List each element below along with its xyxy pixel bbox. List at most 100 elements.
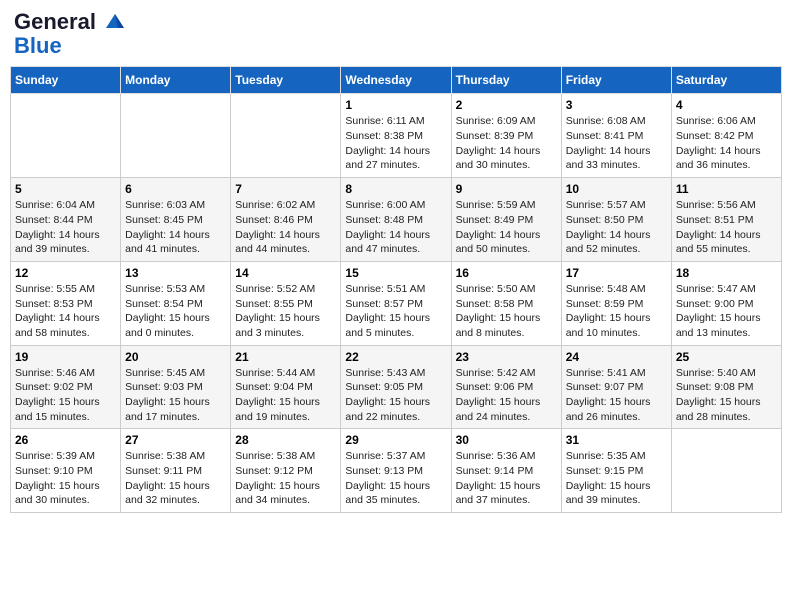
page-header: General Blue <box>10 10 782 58</box>
day-info: Sunrise: 5:43 AMSunset: 9:05 PMDaylight:… <box>345 366 446 425</box>
calendar-cell: 1 Sunrise: 6:11 AMSunset: 8:38 PMDaylight… <box>341 94 451 178</box>
calendar-cell <box>671 429 781 513</box>
day-number: 18 <box>676 266 777 280</box>
day-info: Sunrise: 6:06 AMSunset: 8:42 PMDaylight:… <box>676 114 777 173</box>
calendar-cell: 5Sunrise: 6:04 AMSunset: 8:44 PMDaylight… <box>11 178 121 262</box>
calendar-cell: 19 Sunrise: 5:46 AMSunset: 9:02 PMDayligh… <box>11 345 121 429</box>
calendar-week-row: 19 Sunrise: 5:46 AMSunset: 9:02 PMDayligh… <box>11 345 782 429</box>
day-number: 2 <box>456 98 557 112</box>
calendar-cell: 10 Sunrise: 5:57 AMSunset: 8:50 PMDayligh… <box>561 178 671 262</box>
calendar-cell: 15 Sunrise: 5:51 AMSunset: 8:57 PMDayligh… <box>341 261 451 345</box>
calendar-cell: 2 Sunrise: 6:09 AMSunset: 8:39 PMDaylight… <box>451 94 561 178</box>
calendar-cell: 7 Sunrise: 6:02 AMSunset: 8:46 PMDaylight… <box>231 178 341 262</box>
calendar-cell: 25 Sunrise: 5:40 AMSunset: 9:08 PMDayligh… <box>671 345 781 429</box>
calendar-cell <box>231 94 341 178</box>
calendar-cell <box>121 94 231 178</box>
day-info: Sunrise: 5:48 AMSunset: 8:59 PMDaylight:… <box>566 282 667 341</box>
calendar-cell: 9 Sunrise: 5:59 AMSunset: 8:49 PMDaylight… <box>451 178 561 262</box>
day-info: Sunrise: 6:02 AMSunset: 8:46 PMDaylight:… <box>235 198 336 257</box>
calendar-week-row: 12 Sunrise: 5:55 AMSunset: 8:53 PMDayligh… <box>11 261 782 345</box>
day-info: Sunrise: 5:59 AMSunset: 8:49 PMDaylight:… <box>456 198 557 257</box>
day-number: 4 <box>676 98 777 112</box>
calendar-cell: 28 Sunrise: 5:38 AMSunset: 9:12 PMDayligh… <box>231 429 341 513</box>
day-number: 13 <box>125 266 226 280</box>
calendar-header-row: SundayMondayTuesdayWednesdayThursdayFrid… <box>11 67 782 94</box>
day-number: 5 <box>15 182 116 196</box>
calendar-week-row: 1 Sunrise: 6:11 AMSunset: 8:38 PMDaylight… <box>11 94 782 178</box>
day-number: 10 <box>566 182 667 196</box>
logo-general: General <box>14 9 96 34</box>
day-info: Sunrise: 5:45 AMSunset: 9:03 PMDaylight:… <box>125 366 226 425</box>
calendar-cell: 11Sunrise: 5:56 AMSunset: 8:51 PMDayligh… <box>671 178 781 262</box>
day-number: 30 <box>456 433 557 447</box>
day-info: Sunrise: 5:46 AMSunset: 9:02 PMDaylight:… <box>15 366 116 425</box>
day-info: Sunrise: 5:37 AMSunset: 9:13 PMDaylight:… <box>345 449 446 508</box>
day-number: 29 <box>345 433 446 447</box>
day-number: 11 <box>676 182 777 196</box>
day-info: Sunrise: 6:11 AMSunset: 8:38 PMDaylight:… <box>345 114 446 173</box>
day-number: 12 <box>15 266 116 280</box>
day-number: 9 <box>456 182 557 196</box>
day-info: Sunrise: 5:42 AMSunset: 9:06 PMDaylight:… <box>456 366 557 425</box>
day-info: Sunrise: 5:35 AMSunset: 9:15 PMDaylight:… <box>566 449 667 508</box>
calendar-week-row: 5Sunrise: 6:04 AMSunset: 8:44 PMDaylight… <box>11 178 782 262</box>
calendar-cell: 13 Sunrise: 5:53 AMSunset: 8:54 PMDayligh… <box>121 261 231 345</box>
day-info: Sunrise: 5:55 AMSunset: 8:53 PMDaylight:… <box>15 282 116 341</box>
day-number: 7 <box>235 182 336 196</box>
day-number: 19 <box>15 350 116 364</box>
calendar-cell: 8 Sunrise: 6:00 AMSunset: 8:48 PMDaylight… <box>341 178 451 262</box>
calendar-cell: 16Sunrise: 5:50 AMSunset: 8:58 PMDayligh… <box>451 261 561 345</box>
day-header-sunday: Sunday <box>11 67 121 94</box>
calendar-cell: 21Sunrise: 5:44 AMSunset: 9:04 PMDayligh… <box>231 345 341 429</box>
calendar-cell: 29 Sunrise: 5:37 AMSunset: 9:13 PMDayligh… <box>341 429 451 513</box>
day-number: 31 <box>566 433 667 447</box>
day-info: Sunrise: 6:00 AMSunset: 8:48 PMDaylight:… <box>345 198 446 257</box>
calendar-cell: 12 Sunrise: 5:55 AMSunset: 8:53 PMDayligh… <box>11 261 121 345</box>
day-number: 28 <box>235 433 336 447</box>
day-number: 25 <box>676 350 777 364</box>
day-info: Sunrise: 6:03 AMSunset: 8:45 PMDaylight:… <box>125 198 226 257</box>
day-info: Sunrise: 5:36 AMSunset: 9:14 PMDaylight:… <box>456 449 557 508</box>
day-header-friday: Friday <box>561 67 671 94</box>
day-info: Sunrise: 6:09 AMSunset: 8:39 PMDaylight:… <box>456 114 557 173</box>
day-number: 17 <box>566 266 667 280</box>
day-header-saturday: Saturday <box>671 67 781 94</box>
day-info: Sunrise: 5:41 AMSunset: 9:07 PMDaylight:… <box>566 366 667 425</box>
day-info: Sunrise: 5:51 AMSunset: 8:57 PMDaylight:… <box>345 282 446 341</box>
day-number: 20 <box>125 350 226 364</box>
calendar-cell: 31 Sunrise: 5:35 AMSunset: 9:15 PMDayligh… <box>561 429 671 513</box>
day-number: 16 <box>456 266 557 280</box>
calendar-cell: 24Sunrise: 5:41 AMSunset: 9:07 PMDayligh… <box>561 345 671 429</box>
day-info: Sunrise: 5:38 AMSunset: 9:12 PMDaylight:… <box>235 449 336 508</box>
day-header-thursday: Thursday <box>451 67 561 94</box>
calendar-cell: 18Sunrise: 5:47 AMSunset: 9:00 PMDayligh… <box>671 261 781 345</box>
day-header-monday: Monday <box>121 67 231 94</box>
calendar-cell: 26 Sunrise: 5:39 AMSunset: 9:10 PMDayligh… <box>11 429 121 513</box>
calendar-cell: 27 Sunrise: 5:38 AMSunset: 9:11 PMDayligh… <box>121 429 231 513</box>
day-number: 26 <box>15 433 116 447</box>
day-number: 27 <box>125 433 226 447</box>
calendar-cell: 17 Sunrise: 5:48 AMSunset: 8:59 PMDayligh… <box>561 261 671 345</box>
day-info: Sunrise: 5:53 AMSunset: 8:54 PMDaylight:… <box>125 282 226 341</box>
day-info: Sunrise: 5:38 AMSunset: 9:11 PMDaylight:… <box>125 449 226 508</box>
calendar-cell: 3Sunrise: 6:08 AMSunset: 8:41 PMDaylight… <box>561 94 671 178</box>
day-number: 15 <box>345 266 446 280</box>
calendar-cell: 23Sunrise: 5:42 AMSunset: 9:06 PMDayligh… <box>451 345 561 429</box>
calendar-cell: 20 Sunrise: 5:45 AMSunset: 9:03 PMDayligh… <box>121 345 231 429</box>
day-info: Sunrise: 5:57 AMSunset: 8:50 PMDaylight:… <box>566 198 667 257</box>
calendar-week-row: 26 Sunrise: 5:39 AMSunset: 9:10 PMDayligh… <box>11 429 782 513</box>
day-header-wednesday: Wednesday <box>341 67 451 94</box>
day-info: Sunrise: 5:40 AMSunset: 9:08 PMDaylight:… <box>676 366 777 425</box>
calendar-cell: 14Sunrise: 5:52 AMSunset: 8:55 PMDayligh… <box>231 261 341 345</box>
day-info: Sunrise: 5:52 AMSunset: 8:55 PMDaylight:… <box>235 282 336 341</box>
day-number: 22 <box>345 350 446 364</box>
logo-text: General Blue <box>14 10 126 58</box>
calendar-cell: 6Sunrise: 6:03 AMSunset: 8:45 PMDaylight… <box>121 178 231 262</box>
calendar-cell <box>11 94 121 178</box>
calendar-cell: 30 Sunrise: 5:36 AMSunset: 9:14 PMDayligh… <box>451 429 561 513</box>
day-header-tuesday: Tuesday <box>231 67 341 94</box>
day-info: Sunrise: 5:39 AMSunset: 9:10 PMDaylight:… <box>15 449 116 508</box>
logo: General Blue <box>14 10 126 58</box>
day-number: 1 <box>345 98 446 112</box>
day-number: 8 <box>345 182 446 196</box>
